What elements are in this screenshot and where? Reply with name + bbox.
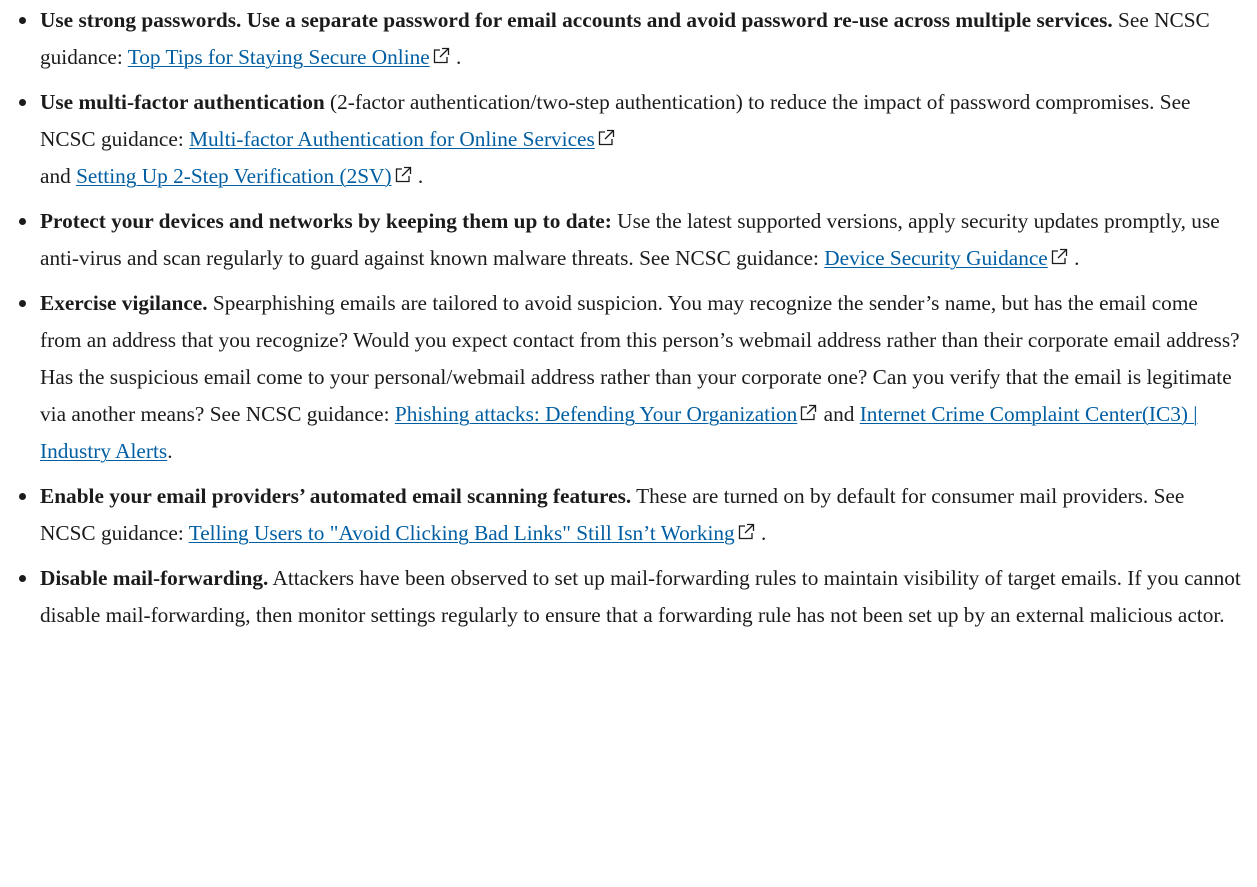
list-item-mail-forwarding: Disable mail-forwarding. Attackers have …	[19, 560, 1241, 634]
external-link-icon[interactable]	[736, 522, 756, 542]
link-bad-links[interactable]: Telling Users to "Avoid Clicking Bad Lin…	[189, 521, 735, 545]
item-tail: .	[1068, 246, 1080, 270]
item-lead: Disable mail-forwarding.	[40, 566, 269, 590]
link-mfa-online-services[interactable]: Multi-factor Authentication for Online S…	[189, 127, 595, 151]
external-link-icon[interactable]	[1049, 247, 1069, 267]
item-mid: and	[40, 164, 77, 188]
list-item-email-scanning: Enable your email providers’ automated e…	[19, 478, 1241, 552]
list-item-mfa: Use multi-factor authentication (2-facto…	[19, 84, 1241, 195]
item-lead: Use strong passwords. Use a separate pas…	[40, 8, 1113, 32]
external-link-icon[interactable]	[393, 165, 413, 185]
item-tail: .	[167, 439, 173, 463]
item-mid: and	[818, 402, 860, 426]
link-top-tips[interactable]: Top Tips for Staying Secure Online	[128, 45, 430, 69]
list-item-device-updates: Protect your devices and networks by kee…	[19, 203, 1241, 277]
link-device-security[interactable]: Device Security Guidance	[824, 246, 1048, 270]
guidance-list: Use strong passwords. Use a separate pas…	[0, 0, 1257, 634]
external-link-icon[interactable]	[596, 128, 616, 148]
item-lead: Enable your email providers’ automated e…	[40, 484, 632, 508]
link-phishing-attacks[interactable]: Phishing attacks: Defending Your Organiz…	[395, 402, 797, 426]
item-lead: Use multi-factor authentication	[40, 90, 325, 114]
item-tail: .	[450, 45, 462, 69]
item-tail: .	[755, 521, 767, 545]
item-lead: Protect your devices and networks by kee…	[40, 209, 612, 233]
external-link-icon[interactable]	[798, 403, 818, 423]
list-item-vigilance: Exercise vigilance. Spearphishing emails…	[19, 285, 1241, 470]
item-tail: .	[412, 164, 424, 188]
item-lead: Exercise vigilance.	[40, 291, 208, 315]
link-2sv[interactable]: Setting Up 2-Step Verification (2SV)	[76, 164, 391, 188]
list-item-strong-passwords: Use strong passwords. Use a separate pas…	[19, 2, 1241, 76]
external-link-icon[interactable]	[431, 46, 451, 66]
